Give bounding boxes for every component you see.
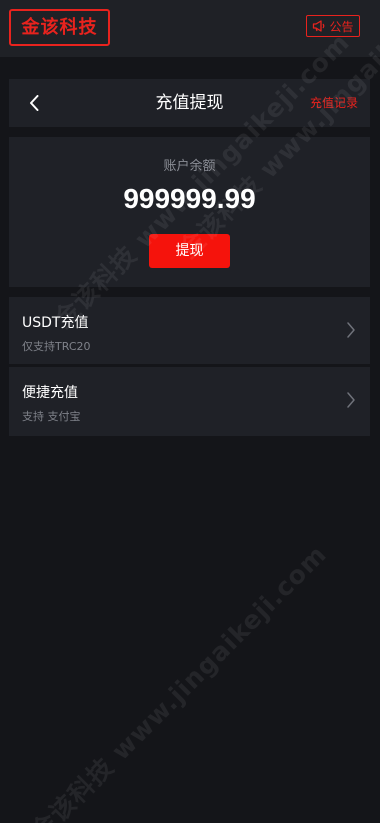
megaphone-icon (313, 20, 325, 32)
option-title: USDT充值 (22, 315, 89, 331)
recharge-record-link[interactable]: 充值记录 (310, 79, 358, 127)
option-title: 便捷充值 (22, 385, 78, 401)
withdraw-button[interactable]: 提现 (149, 234, 230, 268)
balance-value: 999999.99 (123, 183, 256, 214)
balance-label: 账户余额 (163, 159, 216, 174)
recharge-withdraw-page: 金该科技 公告 充值提现 充值记录 账户余额 999999.99 提现 USDT… (0, 0, 380, 823)
notice-label: 公告 (329, 19, 354, 34)
chevron-right-icon (347, 392, 355, 408)
watermark: 金该科技 www.jingaikeji.com (25, 539, 333, 823)
option-subtitle: 支持 支付宝 (22, 410, 81, 423)
option-subtitle: 仅支持TRC20 (22, 340, 91, 353)
balance-card: 账户余额 999999.99 提现 (9, 137, 370, 287)
page-header: 充值提现 充值记录 (9, 79, 370, 127)
notice-button[interactable]: 公告 (306, 15, 360, 37)
top-bar: 金该科技 公告 (0, 0, 380, 57)
list-item-usdt-recharge[interactable]: USDT充值 仅支持TRC20 (9, 297, 370, 364)
chevron-right-icon (347, 322, 355, 338)
list-item-quick-recharge[interactable]: 便捷充值 支持 支付宝 (9, 367, 370, 436)
brand-logo[interactable]: 金该科技 (9, 9, 110, 46)
